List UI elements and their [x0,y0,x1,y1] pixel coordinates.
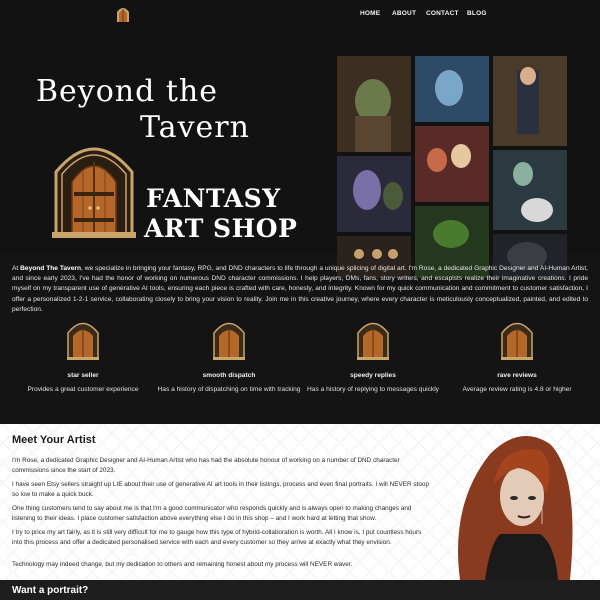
nav-home-link[interactable]: HOME [360,10,380,17]
feature-title: smooth dispatch [202,372,256,379]
tavern-door-icon [67,322,99,360]
feature-title: speedy replies [350,372,396,379]
intro-brand: Beyond The Tavern [20,265,81,272]
feature-rave-reviews: rave reviews Average review rating is 4.… [442,318,592,393]
brand-subtitle-line1: FANTASY [146,184,281,213]
character-art-gallery [337,56,567,278]
tavern-door-logo-icon[interactable] [116,6,130,22]
want-heading: Want a portrait? [12,585,89,596]
nav-about-link[interactable]: ABOUT [392,10,416,17]
artist-portrait-image [458,436,573,580]
meet-paragraph-5: Technology may indeed change, but my ded… [12,561,353,568]
tavern-door-icon [357,322,389,360]
feature-title: star seller [67,372,99,379]
tavern-door-icon [501,322,533,360]
feature-description: Provides a great customer experience [27,386,139,393]
feature-description: Has a history of dispatching on time wit… [157,386,301,393]
tavern-door-emblem-icon [52,147,136,238]
meet-paragraph-2: I have seen Etsy sellers straight up LIE… [12,481,430,498]
top-navigation-bar: HOME ABOUT CONTACT BLOG [0,0,600,28]
meet-artist-section: Meet Your Artist I'm Rose, a dedicated G… [0,424,600,580]
nav-blog-link[interactable]: BLOG [467,10,487,17]
feature-description: Has a history of replying to messages qu… [307,386,439,393]
intro-lead: At [12,265,19,272]
feature-speedy-replies: speedy replies Has a history of replying… [298,318,448,393]
feature-smooth-dispatch: smooth dispatch Has a history of dispatc… [154,318,304,393]
features-row: star seller Provides a great customer ex… [0,318,600,424]
intro-text: , we specialize in bringing your fantasy… [12,265,588,313]
meet-paragraph-3: One thing customers tend to say about me… [12,505,412,522]
meet-heading: Meet Your Artist [12,434,96,446]
feature-title: rave reviews [497,372,537,379]
brand-title-line1: Beyond the [36,74,219,109]
brand-title-line2: Tavern [140,110,250,145]
intro-paragraph: At Beyond The Tavern, we specialize in b… [12,264,588,315]
nav-contact-link[interactable]: CONTACT [426,10,459,17]
feature-description: Average review rating is 4.8 or higher [462,386,572,393]
brand-subtitle-line2: ART SHOP [144,214,298,243]
meet-paragraph-4: I try to price my art fairly, as it is s… [12,529,422,546]
hero-section: Beyond the Tavern FANTASY ART SHOP [0,28,600,278]
want-portrait-section: Want a portrait? [0,580,600,600]
tavern-door-icon [213,322,245,360]
feature-star-seller: star seller Provides a great customer ex… [8,318,158,393]
meet-paragraph-1: I'm Rose, a dedicated Graphic Designer a… [12,457,400,474]
